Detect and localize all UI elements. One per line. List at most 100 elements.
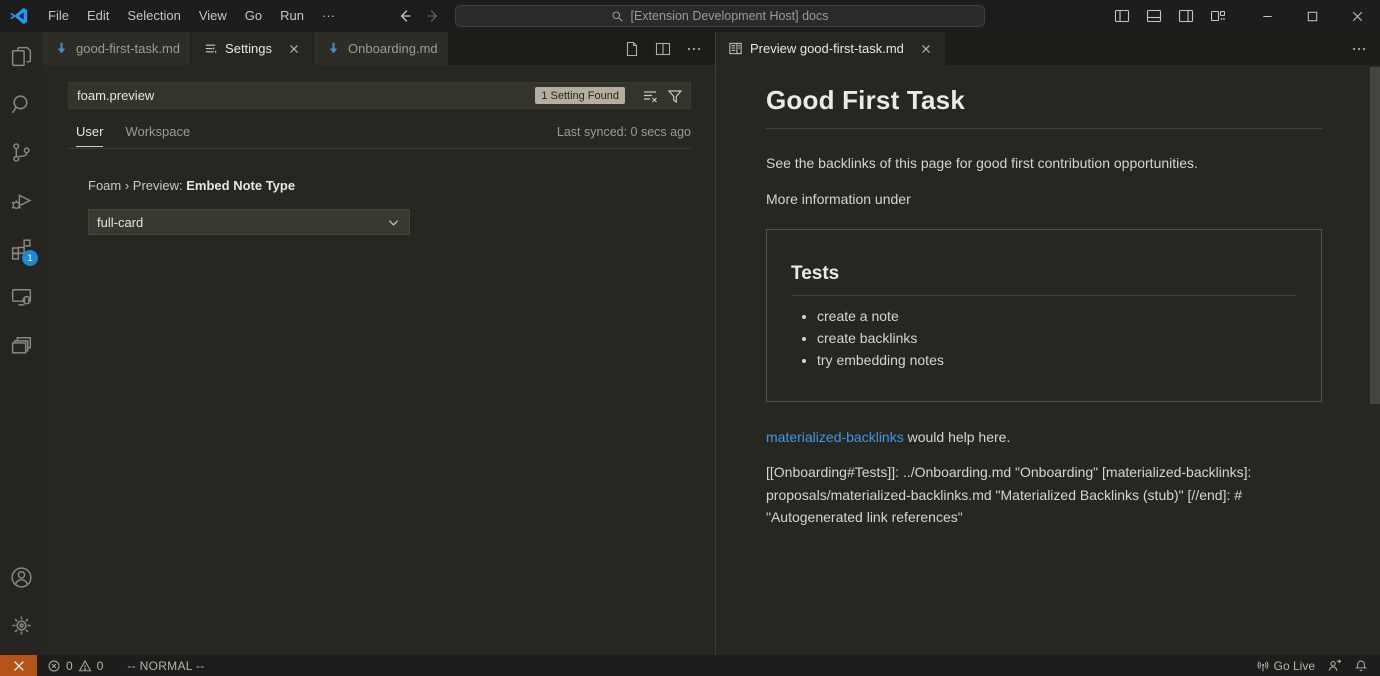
preview-paragraph: See the backlinks of this page for good …: [766, 153, 1322, 174]
more-actions-icon[interactable]: [686, 41, 702, 57]
titlebar: File Edit Selection View Go Run ··· [Ext…: [0, 0, 1380, 32]
search-icon: [611, 10, 624, 23]
close-icon[interactable]: [917, 40, 935, 58]
materialized-backlinks-link[interactable]: materialized-backlinks: [766, 429, 904, 445]
tab-good-first-task[interactable]: good-first-task.md: [42, 32, 191, 65]
settings-search-input[interactable]: [77, 88, 535, 103]
go-live-button[interactable]: Go Live: [1250, 655, 1321, 676]
list-item: create a note: [817, 309, 1297, 324]
source-control-icon[interactable]: [0, 128, 42, 176]
menu-go[interactable]: Go: [236, 0, 271, 32]
settings-scope-tabs: User Workspace Last synced: 0 secs ago: [68, 122, 691, 148]
menu-selection[interactable]: Selection: [118, 0, 189, 32]
remote-explorer-icon[interactable]: [0, 272, 42, 320]
notifications-bell-button[interactable]: [1348, 655, 1374, 676]
scope-tab-user[interactable]: User: [76, 124, 103, 147]
preview-paragraph: More information under: [766, 191, 1322, 207]
tab-preview-good-first-task[interactable]: Preview good-first-task.md: [716, 32, 946, 65]
preview-title: Good First Task: [766, 85, 1322, 129]
search-view-icon[interactable]: [0, 80, 42, 128]
menu-run[interactable]: Run: [271, 0, 313, 32]
explorer-icon[interactable]: [0, 32, 42, 80]
menu-file[interactable]: File: [39, 0, 78, 32]
menu-view[interactable]: View: [190, 0, 236, 32]
window-minimize-button[interactable]: [1245, 0, 1290, 32]
tab-label: good-first-task.md: [76, 41, 180, 56]
vscode-logo-icon: [9, 6, 29, 26]
embedded-note-card: Tests create a note create backlinks try…: [766, 229, 1322, 402]
list-item: create backlinks: [817, 331, 1297, 346]
status-bar: 0 0 -- NORMAL -- Go Live: [0, 655, 1380, 676]
broadcast-icon: [1256, 659, 1270, 673]
link-suffix: would help here.: [904, 429, 1011, 445]
markdown-file-icon: [326, 41, 341, 56]
settings-editor-icon: [203, 41, 218, 56]
bell-icon: [1354, 659, 1368, 673]
error-icon: [47, 659, 61, 673]
markdown-file-icon: [54, 41, 69, 56]
setting-name: Embed Note Type: [186, 178, 295, 193]
toggle-secondary-sidebar-icon[interactable]: [1175, 5, 1197, 27]
left-tabbar: good-first-task.md Settings Onboarding.m…: [42, 32, 715, 65]
menu-more[interactable]: ···: [313, 0, 344, 32]
error-count: 0: [66, 659, 73, 673]
setting-item-embed-note-type: Foam › Preview: Embed Note Type full-car…: [88, 178, 715, 235]
split-editor-icon[interactable]: [655, 41, 671, 57]
activity-bar: 1: [0, 32, 42, 655]
settings-count-badge: 1 Setting Found: [535, 87, 625, 104]
editor-group-left: good-first-task.md Settings Onboarding.m…: [42, 32, 715, 655]
filter-funnel-icon[interactable]: [666, 87, 684, 105]
go-live-label: Go Live: [1274, 659, 1315, 673]
markdown-preview-pane: Good First Task See the backlinks of thi…: [716, 65, 1380, 655]
warning-icon: [78, 659, 92, 673]
command-center[interactable]: [Extension Development Host] docs: [455, 5, 985, 27]
warning-count: 0: [97, 659, 104, 673]
main-area: 1 good-first-task.md: [0, 32, 1380, 655]
close-icon[interactable]: [285, 40, 303, 58]
more-actions-icon[interactable]: [1351, 41, 1367, 57]
last-synced-label: Last synced: 0 secs ago: [557, 125, 691, 146]
menu-edit[interactable]: Edit: [78, 0, 118, 32]
link-references-paragraph: [[Onboarding#Tests]]: ../Onboarding.md "…: [766, 461, 1322, 529]
accounts-icon[interactable]: [0, 553, 42, 601]
chevron-down-icon: [386, 215, 401, 230]
vim-mode-indicator[interactable]: -- NORMAL --: [121, 655, 210, 676]
right-tabbar: Preview good-first-task.md: [716, 32, 1380, 65]
tab-label: Settings: [225, 41, 272, 56]
open-settings-json-icon[interactable]: [624, 41, 640, 57]
setting-category: Foam › Preview:: [88, 178, 186, 193]
settings-search-box: 1 Setting Found: [68, 82, 691, 109]
toggle-primary-sidebar-icon[interactable]: [1111, 5, 1133, 27]
feedback-button[interactable]: [1321, 655, 1348, 676]
windows-stack-icon[interactable]: [0, 320, 42, 368]
remote-indicator[interactable]: [0, 655, 37, 676]
select-value: full-card: [97, 215, 143, 230]
tab-settings[interactable]: Settings: [191, 32, 314, 65]
markdown-preview-icon: [728, 41, 743, 56]
tab-label: Onboarding.md: [348, 41, 438, 56]
customize-layout-icon[interactable]: [1207, 5, 1229, 27]
embed-note-type-select[interactable]: full-card: [88, 209, 410, 235]
person-feedback-icon: [1327, 658, 1342, 673]
nav-forward-icon[interactable]: [426, 8, 442, 24]
settings-gear-icon[interactable]: [0, 601, 42, 649]
extensions-badge: 1: [22, 250, 38, 266]
toggle-panel-icon[interactable]: [1143, 5, 1165, 27]
extensions-icon[interactable]: 1: [0, 224, 42, 272]
command-center-label: [Extension Development Host] docs: [630, 9, 828, 23]
link-paragraph: materialized-backlinks would help here.: [766, 429, 1322, 445]
editor-group-right: Preview good-first-task.md Good First Ta…: [716, 32, 1380, 655]
scope-tab-workspace[interactable]: Workspace: [125, 124, 190, 147]
tab-onboarding[interactable]: Onboarding.md: [314, 32, 449, 65]
nav-back-icon[interactable]: [396, 8, 412, 24]
preview-scrollbar[interactable]: [1370, 67, 1380, 404]
problems-status[interactable]: 0 0: [41, 655, 109, 676]
scope-separator: [68, 148, 691, 149]
run-debug-icon[interactable]: [0, 176, 42, 224]
vim-mode-label: -- NORMAL --: [127, 659, 204, 673]
window-close-button[interactable]: [1335, 0, 1380, 32]
embed-list: create a note create backlinks try embed…: [791, 309, 1297, 368]
clear-search-filters-icon[interactable]: [641, 87, 659, 105]
list-item: try embedding notes: [817, 353, 1297, 368]
window-maximize-button[interactable]: [1290, 0, 1335, 32]
